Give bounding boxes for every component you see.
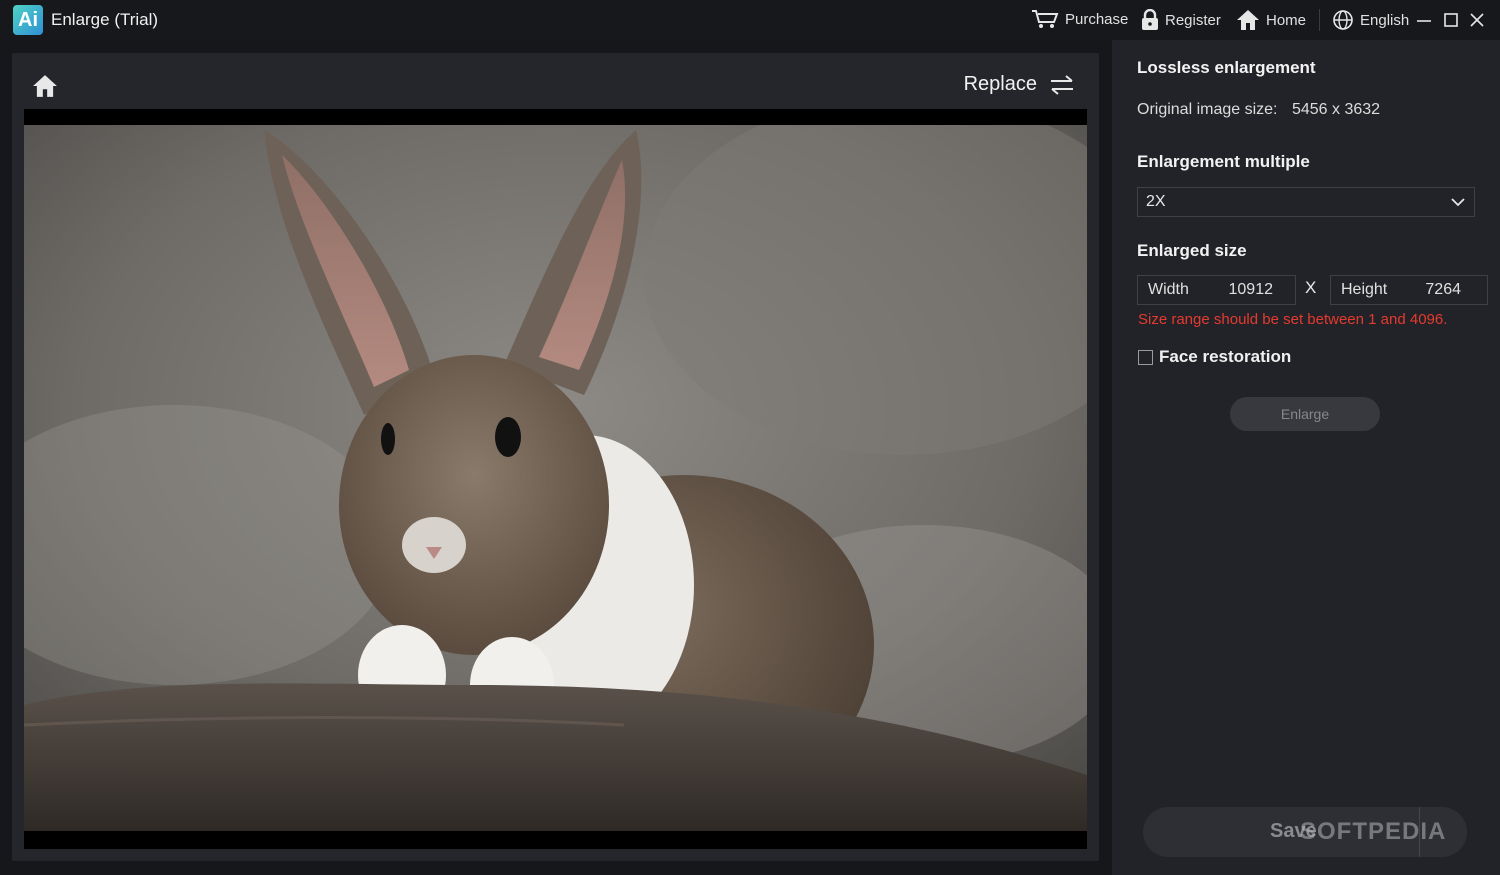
replace-button[interactable]: Replace — [964, 73, 1075, 96]
back-home-button[interactable] — [32, 73, 58, 99]
chevron-down-icon — [1451, 198, 1465, 207]
image-preview-frame — [24, 109, 1087, 849]
original-size-info: Original image size: 5456 x 3632 — [1137, 101, 1380, 119]
lock-icon — [1142, 9, 1158, 30]
width-label: Width — [1148, 281, 1189, 298]
multiple-heading: Enlargement multiple — [1137, 152, 1310, 171]
face-restoration-option[interactable]: Face restoration — [1138, 347, 1291, 367]
title-bar: Ai Enlarge (Trial) Purchase Register Hom… — [0, 0, 1500, 40]
swap-icon — [1051, 74, 1073, 95]
close-button[interactable] — [1467, 9, 1487, 31]
enlarge-button[interactable]: Enlarge — [1230, 397, 1380, 431]
face-restoration-checkbox[interactable] — [1138, 349, 1153, 365]
globe-icon — [1333, 10, 1353, 30]
minimize-button[interactable] — [1414, 9, 1434, 31]
purchase-label: Purchase — [1065, 10, 1129, 28]
enlarged-size-heading: Enlarged size — [1137, 241, 1247, 260]
window-title: Enlarge (Trial) — [51, 10, 159, 29]
home-icon — [1237, 10, 1259, 30]
maximize-button[interactable] — [1441, 9, 1461, 31]
language-selector[interactable]: English — [1332, 9, 1409, 31]
toolbar-divider — [1319, 9, 1320, 31]
purchase-button[interactable]: Purchase — [1031, 9, 1128, 29]
register-button[interactable]: Register — [1141, 9, 1221, 31]
home-nav-button[interactable]: Home — [1236, 9, 1306, 31]
close-icon — [1470, 13, 1484, 27]
times-separator: X — [1305, 278, 1317, 297]
replace-label: Replace — [963, 73, 1037, 95]
original-size-value: 5456 x 3632 — [1291, 101, 1381, 118]
language-label: English — [1360, 11, 1410, 29]
rabbit-photo — [24, 125, 1087, 831]
preview-panel: Replace — [12, 53, 1099, 861]
multiple-select[interactable]: 2X — [1137, 187, 1475, 217]
maximize-icon — [1444, 13, 1458, 27]
cart-icon — [1032, 10, 1059, 28]
settings-panel: Lossless enlargement Original image size… — [1112, 40, 1500, 875]
face-restoration-label: Face restoration — [1159, 347, 1292, 366]
height-field[interactable]: Height 7264 — [1330, 275, 1488, 305]
app-logo: Ai — [13, 5, 43, 35]
width-field[interactable]: Width 10912 — [1137, 275, 1296, 305]
multiple-select-value: 2X — [1146, 193, 1166, 210]
height-value: 7264 — [1425, 281, 1461, 298]
minimize-icon — [1417, 20, 1431, 22]
home-icon — [33, 75, 57, 97]
height-label: Height — [1341, 281, 1388, 298]
width-value: 10912 — [1228, 281, 1274, 298]
lossless-heading: Lossless enlargement — [1137, 58, 1316, 77]
original-size-label: Original image size: — [1137, 101, 1278, 118]
softpedia-watermark: SOFTPEDIA — [1300, 818, 1447, 845]
home-label: Home — [1266, 11, 1307, 29]
size-error-message: Size range should be set between 1 and 4… — [1138, 311, 1448, 328]
register-label: Register — [1165, 11, 1221, 29]
